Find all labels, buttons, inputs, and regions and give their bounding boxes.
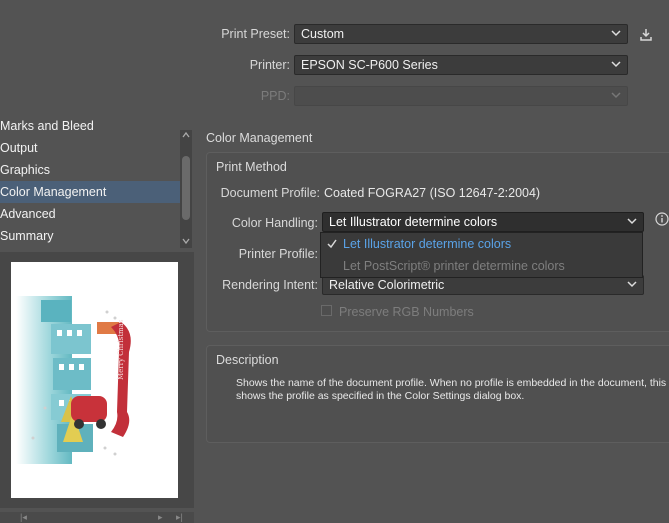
preserve-rgb-label: Preserve RGB Numbers: [339, 305, 474, 319]
section-title: Color Management: [206, 131, 313, 145]
save-preset-icon[interactable]: [638, 27, 654, 43]
color-handling-label: Color Handling:: [231, 216, 318, 230]
nav-next-icon[interactable]: ▸: [158, 512, 163, 523]
color-handling-dropdown: Let Illustrator determine colors Let Pos…: [320, 232, 643, 278]
sidebar-scrollbar[interactable]: [180, 130, 192, 248]
svg-text:Merry Christmas: Merry Christmas: [117, 319, 125, 380]
checkmark-icon: [327, 239, 337, 249]
sidebar-item-summary[interactable]: Summary: [0, 225, 180, 247]
dropdown-option-postscript[interactable]: Let PostScript® printer determine colors: [343, 259, 565, 273]
print-method-title: Print Method: [216, 160, 287, 174]
sidebar-item-color-management[interactable]: Color Management: [0, 181, 180, 203]
sidebar-item-marks-and-bleed[interactable]: Marks and Bleed: [0, 118, 180, 137]
sidebar-item-output[interactable]: Output: [0, 137, 180, 159]
christmas-artwork-image: Merry Christmas: [16, 296, 131, 464]
description-title: Description: [216, 353, 279, 367]
scroll-up-icon[interactable]: [182, 130, 190, 140]
ppd-select[interactable]: [294, 86, 628, 106]
nav-first-icon[interactable]: |◂: [20, 512, 27, 523]
ppd-label: PPD:: [260, 89, 290, 103]
printer-profile-label: Printer Profile:: [238, 247, 318, 261]
rendering-intent-label: Rendering Intent:: [222, 278, 318, 292]
info-icon[interactable]: [655, 212, 669, 226]
printer-value: EPSON SC-P600 Series: [301, 58, 438, 72]
color-handling-value: Let Illustrator determine colors: [329, 215, 498, 229]
printer-select[interactable]: EPSON SC-P600 Series: [294, 55, 628, 75]
document-profile-label: Document Profile:: [220, 186, 320, 200]
printer-label: Printer:: [249, 58, 290, 72]
print-preset-select[interactable]: Custom: [294, 24, 628, 44]
preview-nav-bar: |◂ ▸ ▸|: [0, 512, 194, 523]
sidebar: Marks and Bleed Output Graphics Color Ma…: [0, 118, 192, 248]
print-preset-label: Print Preset:: [221, 27, 290, 41]
nav-last-icon[interactable]: ▸|: [176, 512, 183, 523]
preview-page[interactable]: Merry Christmas: [11, 262, 178, 498]
chevron-down-icon: [610, 57, 622, 71]
chevron-down-icon: [610, 26, 622, 40]
document-profile-value: Coated FOGRA27 (ISO 12647-2:2004): [324, 186, 541, 200]
rendering-intent-value: Relative Colorimetric: [329, 278, 445, 292]
rendering-intent-select[interactable]: Relative Colorimetric: [322, 275, 644, 295]
chevron-down-icon: [610, 88, 622, 102]
chevron-down-icon: [626, 277, 638, 291]
chevron-down-icon: [626, 214, 638, 228]
description-text: Shows the name of the document profile. …: [236, 377, 667, 402]
sidebar-item-advanced[interactable]: Advanced: [0, 203, 180, 225]
sidebar-item-graphics[interactable]: Graphics: [0, 159, 180, 181]
color-handling-select[interactable]: Let Illustrator determine colors: [322, 212, 644, 232]
dropdown-option-illustrator[interactable]: Let Illustrator determine colors: [343, 237, 511, 251]
scroll-down-icon[interactable]: [182, 236, 190, 246]
preserve-rgb-checkbox[interactable]: [321, 305, 332, 316]
print-preset-value: Custom: [301, 27, 345, 41]
scrollbar-thumb[interactable]: [182, 156, 190, 220]
